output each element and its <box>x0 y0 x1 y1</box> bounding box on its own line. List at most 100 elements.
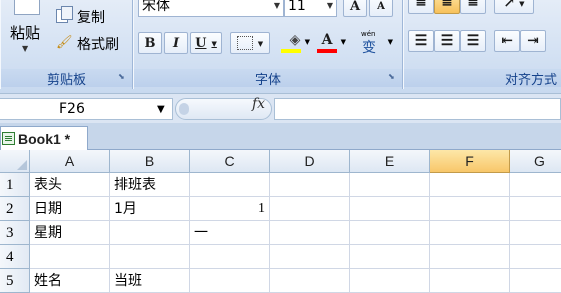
clipboard-group: 粘贴 ▼ 复制 🖌 格式刷 剪贴板 ⬊ <box>0 0 133 89</box>
row-header-3[interactable]: 3 <box>0 221 30 245</box>
font-group: 宋体 ▼ 11 ▼ A A B I U ▼ ▼ ◈ ▼ A ▼ wén 变 ▼ … <box>133 0 403 89</box>
bold-button[interactable]: B <box>138 32 162 54</box>
formula-input[interactable] <box>274 98 561 120</box>
row-header-5[interactable]: 5 <box>0 269 30 293</box>
align-middle-button[interactable]: ≡ <box>434 0 460 14</box>
row-header-1[interactable]: 1 <box>0 173 30 197</box>
cell-g2[interactable] <box>510 197 561 221</box>
cell-f4[interactable] <box>430 245 510 269</box>
shrink-font-button[interactable]: A <box>369 0 393 17</box>
cell-g1[interactable] <box>510 173 561 197</box>
cell-f5[interactable] <box>430 269 510 293</box>
align-bottom-button[interactable]: ≡ <box>460 0 486 14</box>
font-size-value: 11 <box>288 0 306 14</box>
cell-a2[interactable]: 日期 <box>30 197 110 221</box>
cell-g3[interactable] <box>510 221 561 245</box>
chevron-down-icon[interactable]: ▼ <box>157 104 165 115</box>
format-painter-label: 格式刷 <box>77 37 119 53</box>
cell-b1[interactable]: 排班表 <box>110 173 190 197</box>
column-header-a[interactable]: A <box>30 150 110 173</box>
row-header-2[interactable]: 2 <box>0 197 30 221</box>
grow-font-button[interactable]: A <box>343 0 367 17</box>
column-header-f[interactable]: F <box>430 150 510 173</box>
cell-e4[interactable] <box>350 245 430 269</box>
align-center-icon: ☰ <box>440 33 454 49</box>
cell-d4[interactable] <box>270 245 350 269</box>
font-color-button[interactable]: A ▼ <box>314 30 348 56</box>
align-right-button[interactable]: ☰ <box>460 30 486 52</box>
font-name-combo[interactable]: 宋体 ▼ <box>138 0 284 17</box>
cell-d1[interactable] <box>270 173 350 197</box>
cell-c2[interactable]: 1 <box>190 197 270 221</box>
phonetic-char: 变 <box>362 40 376 56</box>
font-dialog-launcher-icon[interactable]: ⬊ <box>388 72 398 82</box>
cell-c1[interactable] <box>190 173 270 197</box>
column-header-e[interactable]: E <box>350 150 430 173</box>
cell-g5[interactable] <box>510 269 561 293</box>
clipboard-dialog-launcher-icon[interactable]: ⬊ <box>118 72 128 82</box>
italic-button[interactable]: I <box>164 32 188 54</box>
grow-font-label: A <box>349 0 361 14</box>
cell-d2[interactable] <box>270 197 350 221</box>
cell-c4[interactable] <box>190 245 270 269</box>
cell-c3[interactable]: 一 <box>190 221 270 245</box>
orientation-button[interactable]: ↗ ▼ <box>494 0 534 14</box>
cell-e2[interactable] <box>350 197 430 221</box>
paste-button[interactable]: 粘贴 ▼ <box>6 0 46 66</box>
align-center-button[interactable]: ☰ <box>434 30 460 52</box>
underline-button[interactable]: U ▼ <box>190 32 222 54</box>
cell-b5[interactable]: 当班 <box>110 269 190 293</box>
cell-a4[interactable] <box>30 245 110 269</box>
insert-function-button[interactable]: fx <box>252 96 265 112</box>
cell-e3[interactable] <box>350 221 430 245</box>
copy-icon-back <box>61 6 73 20</box>
align-top-button[interactable]: ≡ <box>408 0 434 14</box>
fill-color-button[interactable]: ◈ ▼ <box>278 30 312 56</box>
cell-e1[interactable] <box>350 173 430 197</box>
cell-a1[interactable]: 表头 <box>30 173 110 197</box>
cell-a3[interactable]: 星期 <box>30 221 110 245</box>
worksheet-grid: ABCDEFG 1 表头 排班表 2 日期 1月 1 3 星期一 4 5 姓名 当班 <box>0 150 561 293</box>
bold-label: B <box>144 35 156 51</box>
orientation-icon: ↗ <box>503 0 516 11</box>
column-header-d[interactable]: D <box>270 150 350 173</box>
row-header-4[interactable]: 4 <box>0 245 30 269</box>
chevron-down-icon: ▼ <box>257 38 264 48</box>
chevron-down-icon: ▼ <box>22 44 29 53</box>
column-header-b[interactable]: B <box>110 150 190 173</box>
decrease-indent-button[interactable]: ⇤ <box>494 30 520 52</box>
select-all-button[interactable] <box>0 150 30 173</box>
column-header-c[interactable]: C <box>190 150 270 173</box>
borders-button[interactable]: ▼ <box>230 32 270 54</box>
font-size-combo[interactable]: 11 ▼ <box>284 0 337 17</box>
cell-f2[interactable] <box>430 197 510 221</box>
cell-b4[interactable] <box>110 245 190 269</box>
cell-f1[interactable] <box>430 173 510 197</box>
column-header-g[interactable]: G <box>510 150 561 173</box>
cell-d3[interactable] <box>270 221 350 245</box>
copy-button[interactable]: 复制 <box>56 6 132 26</box>
phonetic-guide-button[interactable]: wén 变 ▼ <box>356 30 396 56</box>
cell-a5[interactable]: 姓名 <box>30 269 110 293</box>
workbook-tab-strip: Book1 * <box>0 123 561 150</box>
align-left-button[interactable]: ☰ <box>408 30 434 52</box>
cell-c5[interactable] <box>190 269 270 293</box>
borders-icon <box>236 36 253 50</box>
increase-indent-button[interactable]: ⇥ <box>520 30 546 52</box>
shrink-font-label: A <box>377 0 385 12</box>
font-name-value: 宋体 <box>142 0 170 14</box>
workbook-tab[interactable]: Book1 * <box>0 126 88 150</box>
cell-b3[interactable] <box>110 221 190 245</box>
cell-e5[interactable] <box>350 269 430 293</box>
format-painter-button[interactable]: 🖌 格式刷 <box>56 33 132 53</box>
cell-b2[interactable]: 1月 <box>110 197 190 221</box>
name-box[interactable]: F26 ▼ <box>0 98 173 120</box>
paint-bucket-icon: ◈ <box>289 32 301 48</box>
paste-label: 粘贴 <box>10 24 41 42</box>
clipboard-group-label: 剪贴板 <box>1 69 132 88</box>
cell-d5[interactable] <box>270 269 350 293</box>
align-middle-icon: ≡ <box>441 0 453 11</box>
cell-g4[interactable] <box>510 245 561 269</box>
cell-f3[interactable] <box>430 221 510 245</box>
resize-handle[interactable] <box>179 103 189 115</box>
